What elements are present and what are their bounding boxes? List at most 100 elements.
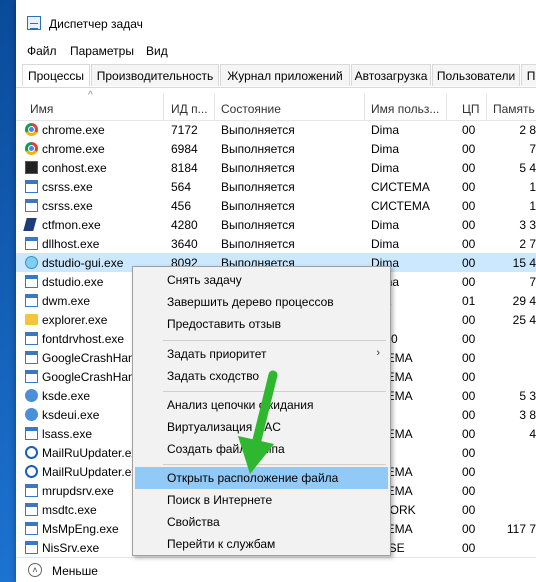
process-status: Выполняется bbox=[221, 218, 295, 232]
process-name: MailRuUpdater.ex bbox=[42, 465, 138, 479]
table-row[interactable]: dllhost.exe 3640 Выполняется Dima 00 2 7 bbox=[16, 234, 536, 253]
process-cpu: 00 bbox=[462, 427, 476, 441]
title-bar: Диспетчер задач bbox=[16, 0, 536, 38]
tab-performance[interactable]: Производительность bbox=[91, 64, 219, 86]
process-cpu: 00 bbox=[462, 351, 476, 365]
column-divider[interactable] bbox=[486, 94, 487, 120]
process-user: СИСТЕМА bbox=[371, 180, 430, 194]
window-icon bbox=[25, 294, 38, 307]
process-pid: 8184 bbox=[171, 161, 198, 175]
process-pid: 7172 bbox=[171, 123, 198, 137]
process-cpu: 00 bbox=[462, 275, 476, 289]
ctx-uac-virtualization[interactable]: Виртуализация UAC bbox=[135, 416, 388, 438]
menu-item-label: Задать приоритет bbox=[167, 347, 267, 361]
context-menu: Снять задачу Завершить дерево процессов Пр… bbox=[132, 266, 391, 556]
mailru-icon bbox=[25, 446, 38, 459]
process-name: dllhost.exe bbox=[42, 237, 100, 251]
table-row[interactable]: csrss.exe 564 Выполняется СИСТЕМА 00 1 bbox=[16, 177, 536, 196]
col-cpu[interactable]: ЦП bbox=[462, 102, 480, 116]
menu-separator bbox=[163, 391, 386, 392]
window-icon bbox=[25, 503, 38, 516]
process-cpu: 00 bbox=[462, 142, 476, 156]
process-cpu: 00 bbox=[462, 370, 476, 384]
menu-file[interactable]: Файл bbox=[27, 44, 57, 58]
chevron-up-icon[interactable]: ˄ bbox=[28, 563, 42, 577]
gear-icon bbox=[25, 408, 38, 421]
column-divider[interactable] bbox=[446, 94, 447, 120]
column-divider[interactable] bbox=[163, 94, 164, 120]
ctx-feedback[interactable]: Предоставить отзыв bbox=[135, 313, 388, 335]
process-name: GoogleCrashHan bbox=[42, 351, 135, 365]
process-name: explorer.exe bbox=[42, 313, 108, 327]
window-icon bbox=[25, 484, 38, 497]
ctx-create-dump[interactable]: Создать файл дампа bbox=[135, 438, 388, 460]
ctx-open-file-location[interactable]: Открыть расположение файла bbox=[135, 467, 388, 489]
tab-details[interactable]: П bbox=[521, 64, 536, 86]
col-status[interactable]: Состояние bbox=[221, 102, 281, 116]
menu-options[interactable]: Параметры bbox=[70, 44, 134, 58]
menu-item-label: Предоставить отзыв bbox=[167, 317, 281, 331]
process-name: csrss.exe bbox=[42, 199, 93, 213]
tab-app-history[interactable]: Журнал приложений bbox=[220, 64, 350, 86]
process-memory: 1 bbox=[529, 199, 536, 213]
ctx-end-process-tree[interactable]: Завершить дерево процессов bbox=[135, 291, 388, 313]
mailru-icon bbox=[25, 465, 38, 478]
process-user: Dima bbox=[371, 237, 400, 251]
menu-item-label: Виртуализация UAC bbox=[167, 420, 281, 434]
col-name[interactable]: Имя bbox=[30, 102, 53, 116]
table-row[interactable]: chrome.exe 7172 Выполняется Dima 00 2 8 bbox=[16, 120, 536, 139]
process-pid: 4280 bbox=[171, 218, 198, 232]
chrome-icon bbox=[25, 123, 38, 136]
window-icon bbox=[25, 370, 38, 383]
window-icon bbox=[25, 351, 38, 364]
process-name: mrupdsrv.exe bbox=[42, 484, 114, 498]
table-row[interactable]: conhost.exe 8184 Выполняется Dima 00 5 4 bbox=[16, 158, 536, 177]
column-divider[interactable] bbox=[364, 94, 365, 120]
ctx-search-online[interactable]: Поиск в Интернете bbox=[135, 489, 388, 511]
table-row[interactable]: ctfmon.exe 4280 Выполняется Dima 00 3 3 bbox=[16, 215, 536, 234]
process-memory: 5 3 bbox=[519, 389, 536, 403]
process-cpu: 00 bbox=[462, 161, 476, 175]
tab-users[interactable]: Пользователи bbox=[432, 64, 520, 86]
column-divider[interactable] bbox=[214, 94, 215, 120]
process-user: СИСТЕМА bbox=[371, 199, 430, 213]
sort-ascending-icon: ^ bbox=[88, 90, 93, 101]
ctx-properties[interactable]: Свойства bbox=[135, 511, 388, 533]
window-icon bbox=[25, 332, 38, 345]
process-pid: 456 bbox=[171, 199, 192, 213]
col-user[interactable]: Имя польз... bbox=[371, 102, 439, 116]
process-name: conhost.exe bbox=[42, 161, 107, 175]
fewer-details-link[interactable]: Меньше bbox=[52, 564, 98, 578]
menu-view[interactable]: Вид bbox=[146, 44, 168, 58]
ctx-end-task[interactable]: Снять задачу bbox=[135, 269, 388, 291]
table-row[interactable]: chrome.exe 6984 Выполняется Dima 00 7 bbox=[16, 139, 536, 158]
process-name: GoogleCrashHan bbox=[42, 370, 135, 384]
process-user: Dima bbox=[371, 142, 400, 156]
tab-strip: Процессы Производительность Журнал прило… bbox=[16, 62, 536, 88]
tab-startup[interactable]: Автозагрузка bbox=[351, 64, 431, 86]
menu-item-label: Открыть расположение файла bbox=[167, 471, 339, 485]
col-pid[interactable]: ИД п... bbox=[171, 102, 208, 116]
menu-item-label: Анализ цепочки ожидания bbox=[167, 398, 314, 412]
process-cpu: 00 bbox=[462, 123, 476, 137]
process-memory: 4 bbox=[529, 427, 536, 441]
status-bar: ˄ Меньше bbox=[16, 557, 536, 582]
console-icon bbox=[25, 161, 38, 174]
menu-separator bbox=[163, 464, 386, 465]
table-row[interactable]: csrss.exe 456 Выполняется СИСТЕМА 00 1 bbox=[16, 196, 536, 215]
ctx-set-affinity[interactable]: Задать сходство bbox=[135, 365, 388, 387]
process-memory: 5 4 bbox=[519, 161, 536, 175]
window-icon bbox=[25, 237, 38, 250]
process-memory: 7 bbox=[529, 142, 536, 156]
process-cpu: 00 bbox=[462, 541, 476, 555]
process-memory: 3 3 bbox=[519, 218, 536, 232]
tab-processes[interactable]: Процессы bbox=[22, 64, 90, 86]
ctx-analyze-wait-chain[interactable]: Анализ цепочки ожидания bbox=[135, 394, 388, 416]
process-cpu: 00 bbox=[462, 199, 476, 213]
ctx-set-priority[interactable]: Задать приоритет › bbox=[135, 343, 388, 365]
process-name: chrome.exe bbox=[42, 123, 105, 137]
col-memory[interactable]: Память bbox=[493, 102, 535, 116]
menu-separator bbox=[163, 340, 386, 341]
ctx-go-to-services[interactable]: Перейти к службам bbox=[135, 533, 388, 555]
process-memory: 15 4 bbox=[512, 256, 536, 270]
